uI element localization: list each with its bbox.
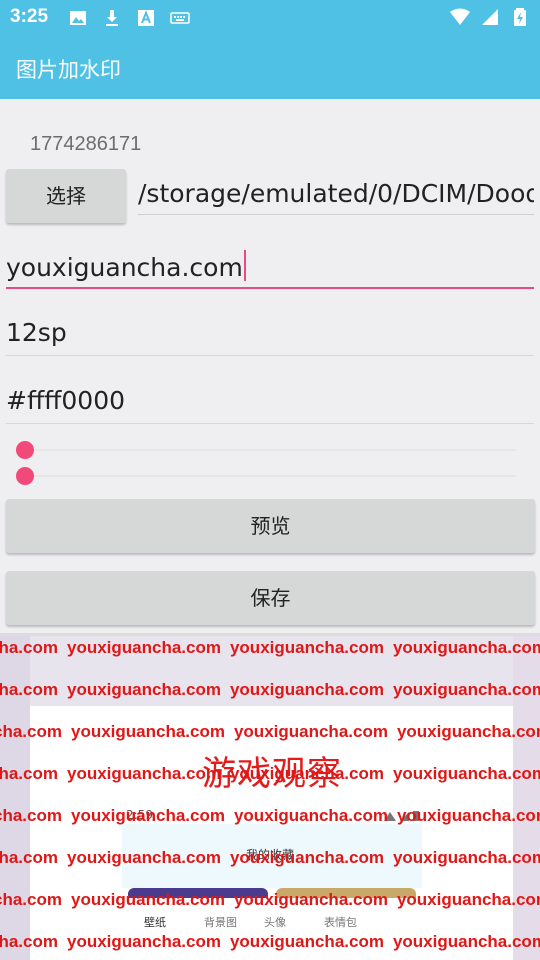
preview-tab: 表情包 xyxy=(324,916,357,929)
download-icon xyxy=(106,10,118,26)
watermark-text: youxiguancha.com xyxy=(229,638,384,657)
preview-screenshot-card: 游戏观察 我的收藏 2:59 壁纸 背景图 头像 表情包 xyxy=(30,706,513,960)
watermark-row: youxiguancha.com youxiguancha.com youxigua… xyxy=(0,722,540,742)
watermark-text: youxiguancha.com xyxy=(0,680,58,699)
seekbar-1[interactable] xyxy=(16,440,516,460)
watermark-text: youxiguancha.com xyxy=(0,890,62,909)
seekbar-1-thumb[interactable] xyxy=(16,441,34,459)
watermark-text-field[interactable]: youxiguancha.com xyxy=(6,250,534,289)
preview-tab: 头像 xyxy=(264,916,286,929)
watermark-row: youxiguancha.com youxiguancha.com youxigua… xyxy=(0,806,540,826)
watermark-row: youxiguancha.com youxiguancha.com youxigua… xyxy=(0,680,540,700)
text-color-value: #ffff0000 xyxy=(6,386,126,415)
watermark-text: youxiguancha.com xyxy=(396,806,540,825)
choose-image-button[interactable]: 选择 xyxy=(6,169,126,223)
text-size-value: 12sp xyxy=(6,318,67,347)
watermark-row: youxiguancha.com youxiguancha.com youxigua… xyxy=(0,848,540,868)
watermark-text-underline xyxy=(6,287,534,289)
watermark-text: youxiguancha.com xyxy=(392,932,540,951)
watermark-text: youxiguancha.com xyxy=(66,764,221,783)
app-title: 图片加水印 xyxy=(16,58,121,82)
notification-icons xyxy=(68,8,190,28)
watermark-text: youxiguancha.com xyxy=(233,806,388,825)
watermark-text: youxiguancha.com xyxy=(396,722,540,741)
keyboard-icon xyxy=(170,12,190,24)
watermark-row: youxiguancha.com youxiguancha.com youxigua… xyxy=(0,890,540,910)
preview-image: 游戏观察 我的收藏 2:59 壁纸 背景图 头像 表情包 youxiguanch… xyxy=(0,633,540,960)
watermark-text: youxiguancha.com xyxy=(392,848,540,867)
app-bar: 图片加水印 xyxy=(0,36,540,99)
text-color-field[interactable]: #ffff0000 xyxy=(6,386,534,424)
seekbar-2[interactable] xyxy=(16,466,516,486)
watermark-text: youxiguancha.com xyxy=(70,806,225,825)
status-bar: 3:25 xyxy=(0,0,540,36)
watermark-text: youxiguancha.com xyxy=(0,722,62,741)
seekbar-2-thumb[interactable] xyxy=(16,467,34,485)
text-size-underline xyxy=(6,355,534,356)
watermark-text: youxiguancha.com xyxy=(66,932,221,951)
text-color-underline xyxy=(6,423,534,424)
watermark-text: youxiguancha.com xyxy=(0,932,58,951)
watermark-row: youxiguancha.com youxiguancha.com youxigua… xyxy=(0,638,540,658)
seekbar-2-track xyxy=(24,475,516,477)
watermark-text: youxiguancha.com xyxy=(233,890,388,909)
system-icons xyxy=(450,7,530,27)
watermark-text: youxiguancha.com xyxy=(229,764,384,783)
preview-button[interactable]: 预览 xyxy=(6,499,535,553)
status-time: 3:25 xyxy=(10,6,49,27)
watermark-text: youxiguancha.com xyxy=(0,638,58,657)
watermark-text: youxiguancha.com xyxy=(70,722,225,741)
watermark-text: youxiguancha.com xyxy=(229,932,384,951)
count-text: 1774286171 xyxy=(30,133,142,155)
cell-signal-icon xyxy=(482,9,498,25)
font-a-icon xyxy=(138,10,154,26)
watermark-row: youxiguancha.com youxiguancha.com youxigua… xyxy=(0,764,540,784)
text-size-field[interactable]: 12sp xyxy=(6,318,534,356)
watermark-text: youxiguancha.com xyxy=(66,638,221,657)
watermark-text: youxiguancha.com xyxy=(233,722,388,741)
watermark-row: youxiguancha.com youxiguancha.com youxigua… xyxy=(0,932,540,952)
watermark-text-value: youxiguancha.com xyxy=(6,253,243,282)
watermark-text: youxiguancha.com xyxy=(66,848,221,867)
preview-tabs: 壁纸 背景图 头像 表情包 xyxy=(140,914,400,932)
seekbar-1-track xyxy=(24,449,516,451)
watermark-text: youxiguancha.com xyxy=(229,680,384,699)
image-path-field[interactable]: /storage/emulated/0/DCIM/Doodle/ xyxy=(138,179,534,208)
watermark-text: youxiguancha.com xyxy=(66,680,221,699)
watermark-text: youxiguancha.com xyxy=(392,680,540,699)
save-button[interactable]: 保存 xyxy=(6,571,535,625)
watermark-text: youxiguancha.com xyxy=(392,638,540,657)
preview-tab: 壁纸 xyxy=(144,916,166,929)
watermark-text: youxiguancha.com xyxy=(229,848,384,867)
battery-charging-icon xyxy=(514,8,526,26)
watermark-text: youxiguancha.com xyxy=(392,764,540,783)
watermark-text: youxiguancha.com xyxy=(0,764,58,783)
image-path-underline xyxy=(138,214,534,215)
wifi-icon xyxy=(450,8,470,25)
preview-tab: 背景图 xyxy=(204,916,237,929)
watermark-text: youxiguancha.com xyxy=(0,848,58,867)
text-cursor xyxy=(243,250,246,281)
watermark-text: youxiguancha.com xyxy=(0,806,62,825)
image-icon xyxy=(70,11,86,25)
watermark-text: youxiguancha.com xyxy=(396,890,540,909)
watermark-text: youxiguancha.com xyxy=(70,890,225,909)
